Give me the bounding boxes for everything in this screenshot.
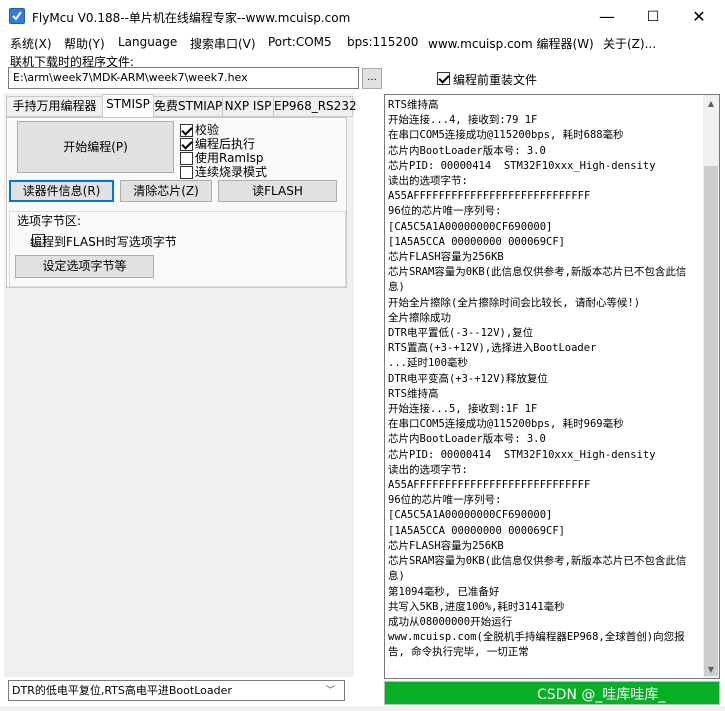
- menu-system[interactable]: 系统(X): [10, 35, 52, 52]
- continuous-mode-option[interactable]: 连续烧录模式: [180, 163, 267, 180]
- continuous-mode-label: 连续烧录模式: [195, 165, 268, 179]
- reload-file-label: 编程前重装文件: [453, 73, 538, 87]
- chevron-down-icon[interactable]: ﹀: [326, 683, 335, 696]
- menu-bps[interactable]: bps:115200: [347, 35, 418, 49]
- tab-ep968-rs232[interactable]: EP968_RS232: [273, 96, 357, 117]
- tab-free-stmiap[interactable]: 免费STMIAP: [153, 96, 223, 117]
- close-button[interactable]: ✕: [676, 0, 722, 33]
- dtr-rts-mode-select[interactable]: DTR的低电平复位,RTS高电平进BootLoader: [8, 680, 345, 701]
- write-option-bytes-label: 编程到FLASH时写选项字节: [30, 235, 177, 249]
- menu-programmer[interactable]: www.mcuisp.com 编程器(W): [428, 35, 594, 52]
- menu-about[interactable]: 关于(Z)...: [603, 35, 656, 52]
- set-option-bytes-button[interactable]: 设定选项字节等: [15, 255, 154, 278]
- clear-chip-button[interactable]: 清除芯片(Z): [120, 180, 212, 202]
- tab-handheld-programmer[interactable]: 手持万用编程器: [6, 96, 103, 117]
- reload-file-checkbox[interactable]: [437, 72, 450, 85]
- log-text: RTS维持高 开始连接...4, 接收到:79 1F 在串口COM5连接成功@1…: [388, 99, 687, 659]
- watermark: CSDN @_哇库哇库_: [537, 687, 666, 703]
- program-file-input[interactable]: E:\arm\week7\MDK-ARM\week7\week7.hex: [8, 67, 359, 89]
- read-flash-button[interactable]: 读FLASH: [218, 180, 337, 202]
- tab-stmisp[interactable]: STMISP: [102, 94, 154, 118]
- menu-port[interactable]: Port:COM5: [268, 35, 332, 49]
- scroll-down-icon[interactable]: ▼: [703, 662, 719, 678]
- window-title: FlyMcu V0.188--单片机在线编程专家--www.mcuisp.com: [32, 11, 351, 25]
- read-device-info-button[interactable]: 读器件信息(R): [9, 180, 114, 202]
- scroll-up-icon[interactable]: ▲: [703, 96, 719, 112]
- start-programming-button[interactable]: 开始编程(P): [17, 121, 174, 173]
- minimize-button[interactable]: —: [584, 0, 630, 33]
- app-icon: [9, 8, 25, 24]
- maximize-button[interactable]: ☐: [630, 0, 676, 33]
- status-strip: [0, 706, 725, 711]
- menu-language[interactable]: Language: [118, 35, 177, 49]
- scrollbar-thumb[interactable]: [704, 166, 718, 676]
- menu-search-port[interactable]: 搜索串口(V): [190, 35, 256, 52]
- browse-button[interactable]: ...: [362, 68, 382, 89]
- tab-nxp-isp[interactable]: NXP ISP: [222, 96, 274, 117]
- menu-help[interactable]: 帮助(Y): [64, 35, 105, 52]
- continuous-mode-checkbox[interactable]: [180, 166, 193, 179]
- option-bytes-title: 选项字节区:: [16, 212, 83, 229]
